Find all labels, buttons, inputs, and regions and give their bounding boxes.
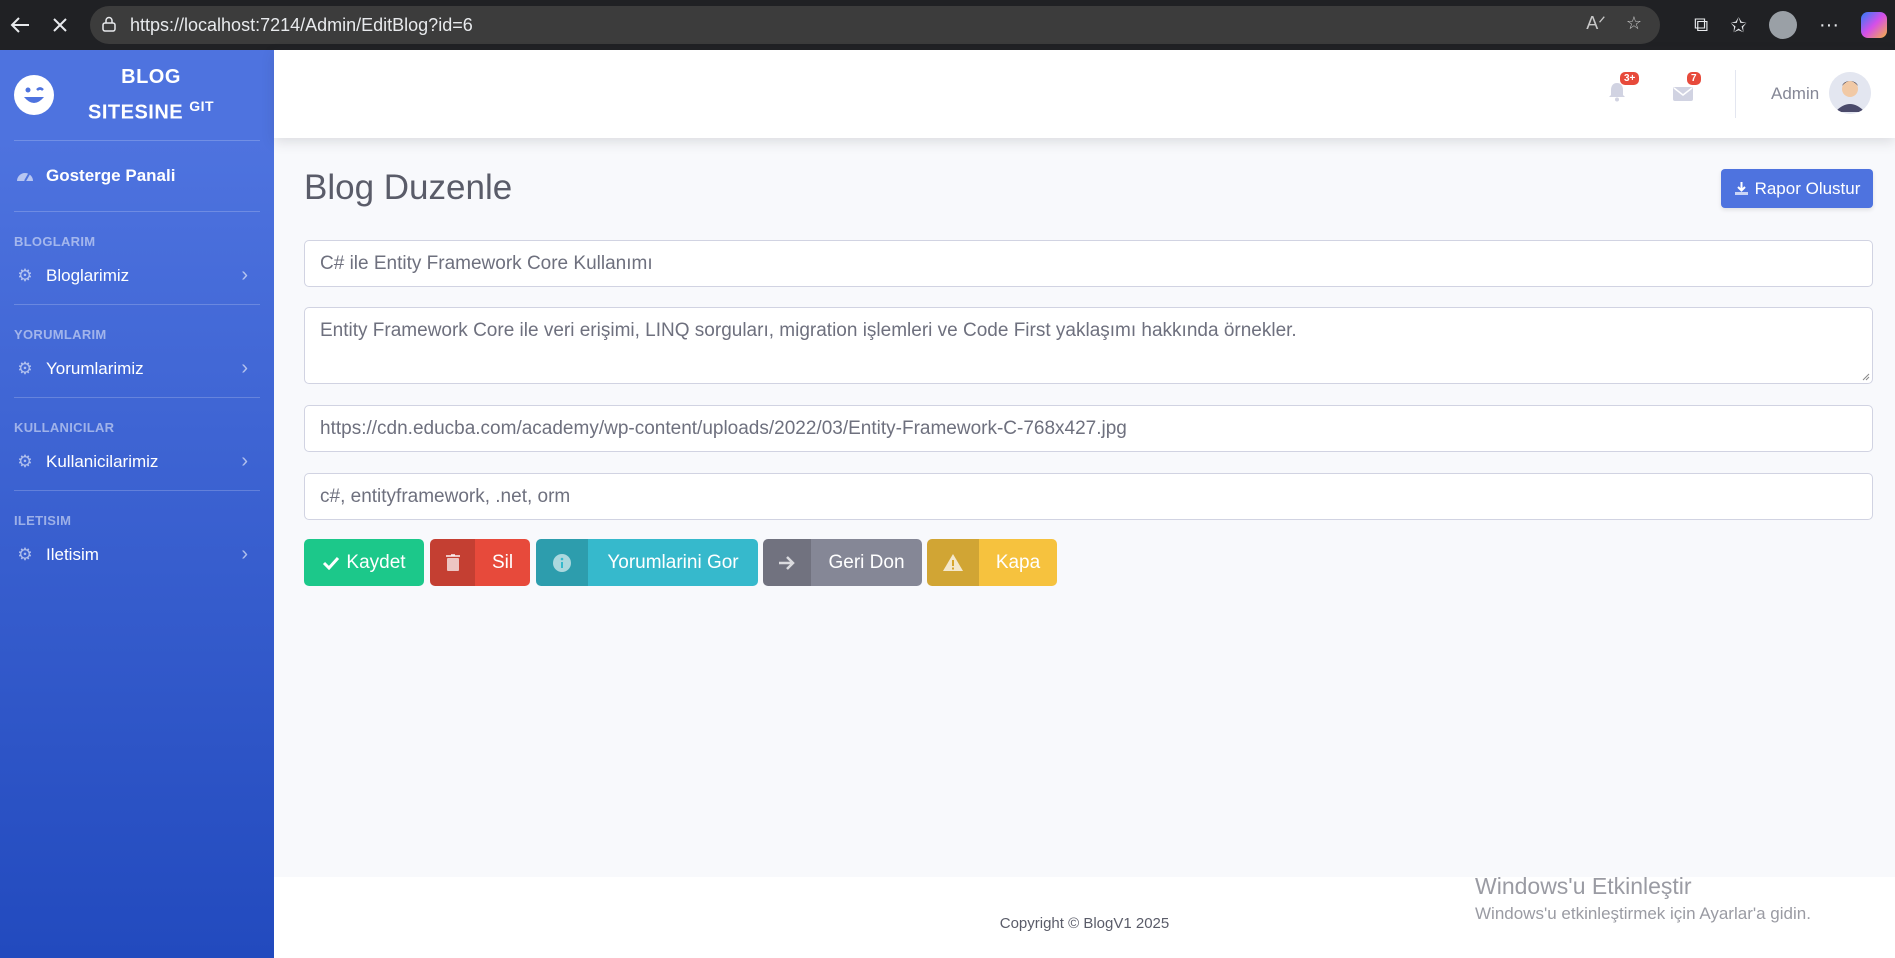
lock-icon (102, 16, 116, 32)
copilot-icon[interactable] (1861, 12, 1887, 38)
save-button-label: Kaydet (346, 551, 406, 573)
title-input-value: C# ile Entity Framework Core Kullanımı (320, 252, 653, 274)
sidebar-brand[interactable]: BLOG SITESINE GIT (0, 50, 274, 140)
browser-toolbar: https://localhost:7214/Admin/EditBlog?id… (0, 0, 1895, 50)
info-circle-icon (536, 539, 588, 586)
sidebar-item-kullanicilarimiz[interactable]: ⚙ Kullanicilarimiz › (0, 434, 274, 490)
sidebar-item-iletisim[interactable]: ⚙ Iletisim › (0, 527, 274, 583)
arrow-right-icon (763, 539, 811, 586)
tags-input[interactable]: c#, entityframework, .net, orm (304, 473, 1873, 520)
brand-title: BLOG SITESINE GIT (88, 63, 214, 128)
envelope-icon (1673, 87, 1693, 101)
brand-sup: GIT (189, 97, 215, 114)
watermark-subtitle: Windows'u etkinleştirmek için Ayarlar'a … (1475, 904, 1811, 923)
check-icon (323, 556, 340, 570)
sidebar-heading-yorumlarim: YORUMLARIM (14, 327, 107, 342)
report-button[interactable]: Rapor Olustur (1721, 169, 1873, 208)
tachometer-icon (16, 167, 34, 185)
stop-loading-icon[interactable] (40, 0, 80, 50)
cog-icon: ⚙ (17, 266, 33, 285)
trash-icon (430, 539, 475, 586)
image-url-input[interactable]: https://cdn.educba.com/academy/wp-conten… (304, 405, 1873, 452)
alerts-dropdown[interactable]: 3+ (1608, 72, 1640, 108)
delete-button[interactable]: Sil (430, 539, 530, 586)
chevron-right-icon: › (241, 264, 248, 286)
windows-activation-watermark: Windows'u Etkinleştir Windows'u etkinleş… (1475, 873, 1811, 924)
back-button-label: Geri Don (828, 551, 905, 573)
sidebar: BLOG SITESINE GIT Gosterge Panali BLOGLA… (0, 50, 274, 958)
sidebar-item-label: Iletisim (46, 545, 99, 564)
messages-badge: 7 (1687, 72, 1701, 85)
delete-button-label: Sil (491, 551, 514, 573)
profile-icon[interactable] (1769, 11, 1798, 39)
topbar-divider (1735, 70, 1736, 118)
topbar: 3+ 7 Admin (274, 50, 1895, 138)
sidebar-heading-bloglarim: BLOGLARIM (14, 234, 96, 249)
chevron-right-icon: › (241, 543, 248, 565)
close-button[interactable]: Kapa (927, 539, 1057, 586)
resize-handle-icon[interactable] (1860, 371, 1870, 381)
sidebar-item-label: Kullanicilarimiz (46, 452, 159, 471)
sidebar-heading-iletisim: ILETISIM (14, 513, 72, 528)
cog-icon: ⚙ (17, 545, 33, 564)
brand-line1: BLOG (121, 65, 181, 88)
cog-icon: ⚙ (17, 359, 33, 378)
chevron-right-icon: › (241, 357, 248, 379)
warning-icon (927, 539, 979, 586)
content-textarea-value: Entity Framework Core ile veri erişimi, … (320, 320, 1297, 341)
extensions-icon[interactable]: ⧉ (1694, 14, 1708, 37)
avatar[interactable] (1829, 72, 1871, 114)
more-menu-icon[interactable]: ··· (1819, 14, 1839, 37)
address-bar[interactable]: https://localhost:7214/Admin/EditBlog?id… (90, 6, 1660, 44)
sidebar-item-label: Bloglarimiz (46, 266, 130, 285)
sidebar-heading-kullanicilar: KULLANICILAR (14, 420, 115, 435)
download-icon (1734, 182, 1748, 195)
sidebar-item-label: Gosterge Panali (46, 166, 176, 185)
sidebar-item-yorumlarimiz[interactable]: ⚙ Yorumlarimiz › (0, 341, 274, 397)
comments-button-label: Yorumlarini Gor (607, 551, 739, 573)
content-textarea[interactable]: Entity Framework Core ile veri erişimi, … (304, 307, 1873, 384)
cog-icon: ⚙ (17, 452, 33, 471)
image-url-input-value: https://cdn.educba.com/academy/wp-conten… (320, 417, 1127, 439)
back-button[interactable]: Geri Don (763, 539, 922, 586)
report-button-label: Rapor Olustur (1754, 178, 1861, 198)
watermark-title: Windows'u Etkinleştir (1475, 873, 1692, 899)
user-name[interactable]: Admin (1771, 84, 1819, 104)
back-arrow-icon[interactable] (0, 0, 40, 50)
messages-dropdown[interactable]: 7 (1673, 72, 1701, 108)
save-button[interactable]: Kaydet (304, 539, 424, 586)
chevron-right-icon: › (241, 450, 248, 472)
laugh-wink-icon (14, 75, 54, 115)
brand-line2: SITESINE (88, 101, 184, 124)
sidebar-item-dashboard[interactable]: Gosterge Panali (0, 141, 274, 211)
sidebar-item-bloglarimiz[interactable]: ⚙ Bloglarimiz › (0, 248, 274, 304)
sidebar-item-label: Yorumlarimiz (46, 359, 144, 378)
favorites-icon[interactable]: ✩ (1730, 13, 1747, 38)
tags-input-value: c#, entityframework, .net, orm (320, 485, 571, 507)
alerts-badge: 3+ (1620, 72, 1640, 85)
comments-button[interactable]: Yorumlarini Gor (536, 539, 758, 586)
title-input[interactable]: C# ile Entity Framework Core Kullanımı (304, 240, 1873, 287)
bell-icon (1609, 83, 1625, 102)
close-button-label: Kapa (995, 551, 1041, 573)
page-title: Blog Duzenle (304, 168, 513, 207)
favorite-star-icon[interactable]: ☆ (1626, 13, 1642, 34)
url-text: https://localhost:7214/Admin/EditBlog?id… (130, 14, 473, 35)
read-aloud-icon[interactable]: Aᐟ (1586, 13, 1606, 34)
